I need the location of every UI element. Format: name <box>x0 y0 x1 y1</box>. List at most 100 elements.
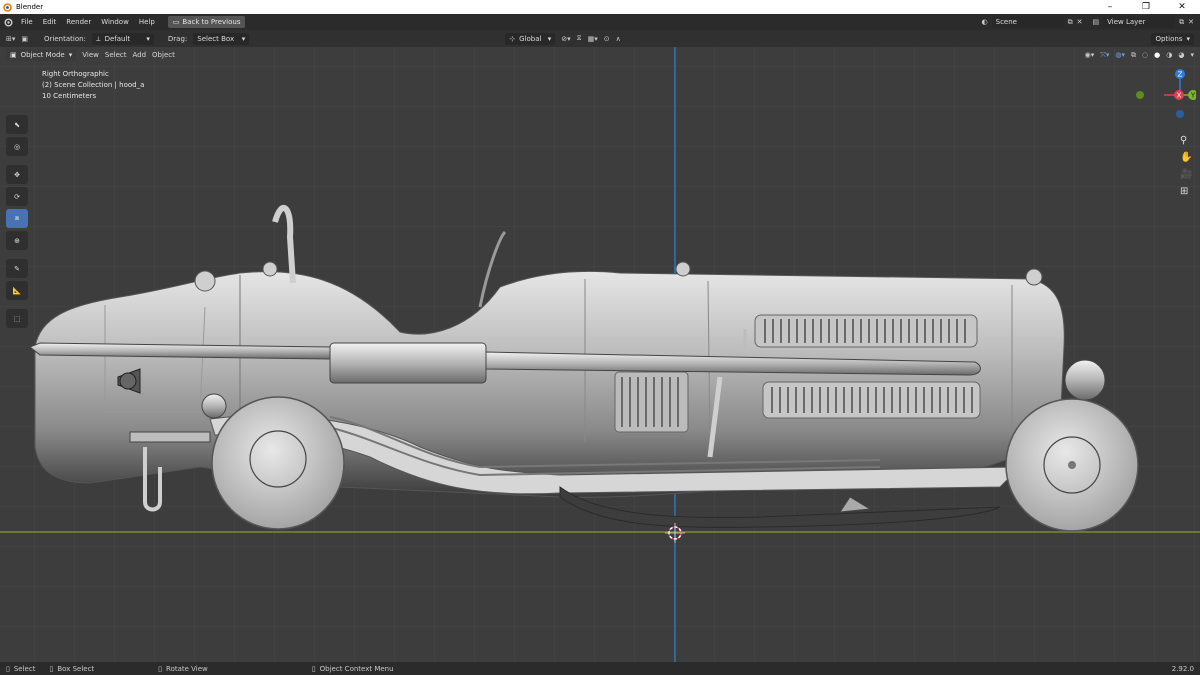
select-tool-button[interactable]: ⬉ <box>6 115 28 134</box>
wireframe-shading-icon[interactable]: ◌ <box>1142 51 1148 59</box>
move-icon: ✥ <box>14 170 20 179</box>
proportional-edit-icon[interactable]: ⊙ <box>604 35 610 43</box>
menu-file[interactable]: File <box>16 14 38 30</box>
navigation-gizmo: Z X Y ⚲ ✋ 🎥 ⊞ <box>1136 65 1196 215</box>
title-bar: Blender – ❐ ✕ <box>0 0 1200 14</box>
rendered-shading-icon[interactable]: ◕ <box>1178 51 1184 59</box>
move-tool-button[interactable]: ✥ <box>6 165 28 184</box>
orientation-dropdown[interactable]: ⟂ Default ▾ <box>91 32 154 45</box>
xray-icon[interactable]: ⧉ <box>1131 51 1136 60</box>
options-dropdown[interactable]: Options ▾ <box>1151 32 1194 45</box>
pivot-icon[interactable]: ⊘▾ <box>561 35 570 43</box>
grid-view-icon[interactable]: ⊞ <box>1180 186 1192 197</box>
gizmo-toggle-icon[interactable]: ⤧▾ <box>1100 51 1109 60</box>
falloff-icon[interactable]: ∧ <box>616 35 621 43</box>
add-cube-tool-button[interactable]: ⬚ <box>6 309 28 328</box>
mouse-left-icon: ▯ <box>6 664 10 673</box>
active-tool-icon[interactable]: ▣ <box>21 35 28 43</box>
visibility-icon[interactable]: ◉▾ <box>1085 51 1095 59</box>
transform-tool-button[interactable]: ⊕ <box>6 231 28 250</box>
orientation-value: Default <box>104 34 131 43</box>
cube-icon: ⬚ <box>13 314 21 323</box>
back-to-previous-button[interactable]: ▭ Back to Previous <box>167 16 246 28</box>
view-layer-icon[interactable]: ▤ <box>1093 18 1100 26</box>
scene-field[interactable]: Scene <box>991 16 1064 28</box>
transform-orientation-dropdown[interactable]: ⊹ Global ▾ <box>505 32 556 45</box>
editor-type-icon[interactable]: ⊞▾ <box>6 35 15 43</box>
snap-icon[interactable]: ⧖ <box>577 34 582 43</box>
toolbar: ⬉ ◎ ✥ ⟳ ⧈ ⊕ ✎ 📐 ⬚ <box>6 115 30 328</box>
collection-label: (2) Scene Collection | hood_a <box>42 81 145 89</box>
view-layer-copy-icon[interactable]: ⧉ <box>1179 18 1184 27</box>
orientation-label: Orientation: <box>44 34 86 43</box>
blender-window: Blender – ❐ ✕ File Edit Render Window He… <box>0 0 1200 675</box>
top-menu-bar: File Edit Render Window Help ▭ Back to P… <box>0 14 1200 30</box>
add-menu[interactable]: Add <box>132 51 146 59</box>
pan-hand-icon[interactable]: ✋ <box>1180 152 1192 163</box>
maximize-button[interactable]: ❐ <box>1128 0 1164 14</box>
chevron-down-icon: ▾ <box>547 34 552 43</box>
solid-shading-icon[interactable]: ● <box>1154 51 1160 59</box>
back-to-previous-label: Back to Previous <box>182 18 241 26</box>
scale-icon: ⧈ <box>14 214 20 222</box>
global-icon: ⊹ <box>509 34 516 43</box>
annotate-tool-button[interactable]: ✎ <box>6 259 28 278</box>
scene-copy-icon[interactable]: ⧉ <box>1068 18 1073 27</box>
blender-menu-icon[interactable] <box>0 17 16 27</box>
mouse-left-icon: ▯ <box>49 664 54 673</box>
view-layer-field[interactable]: View Layer <box>1103 16 1176 28</box>
menu-help[interactable]: Help <box>134 14 160 30</box>
z-axis-label: Z <box>1178 71 1183 79</box>
view-layer-close-icon[interactable]: ✕ <box>1188 18 1194 26</box>
status-rotate-view: Rotate View <box>166 664 208 673</box>
viewport-canvas <box>0 47 1200 662</box>
menu-render[interactable]: Render <box>61 14 96 30</box>
status-select: Select <box>13 664 36 673</box>
cursor-tool-button[interactable]: ◎ <box>6 137 28 156</box>
grid-scale-label: 10 Centimeters <box>42 92 97 100</box>
version-label: 2.92.0 <box>1171 664 1194 673</box>
camera-icon[interactable]: 🎥 <box>1180 169 1192 180</box>
status-box-select: Box Select <box>57 664 95 673</box>
drag-label: Drag: <box>167 34 188 43</box>
overlay-toggle-icon[interactable]: ◍▾ <box>1115 51 1125 59</box>
scene-close-icon[interactable]: ✕ <box>1077 18 1083 26</box>
material-shading-icon[interactable]: ◑ <box>1166 51 1172 59</box>
shading-options-icon[interactable]: ▾ <box>1190 51 1194 59</box>
blender-logo-icon <box>0 0 14 14</box>
view-menu[interactable]: View <box>82 51 99 59</box>
y-axis-label: Y <box>1190 92 1196 100</box>
window-title: Blender <box>16 3 44 11</box>
drag-dropdown[interactable]: Select Box ▾ <box>193 32 250 45</box>
pencil-icon: ✎ <box>14 264 20 273</box>
chevron-down-icon: ▾ <box>241 34 246 43</box>
zoom-icon[interactable]: ⚲ <box>1180 135 1192 146</box>
close-button[interactable]: ✕ <box>1164 0 1200 14</box>
transform-icon: ⊕ <box>14 236 20 245</box>
back-icon: ▭ <box>172 18 180 26</box>
rotate-icon: ⟳ <box>14 192 20 201</box>
orientation-icon: ⟂ <box>95 34 101 43</box>
viewport-header: ▣ Object Mode ▾ View Select Add Object ◉… <box>0 47 1200 63</box>
cursor-arrow-icon: ⬉ <box>14 120 20 129</box>
scene-icon[interactable]: ◐ <box>982 18 988 26</box>
options-label: Options <box>1155 34 1183 43</box>
snap-target-icon[interactable]: ▦▾ <box>588 35 598 43</box>
select-menu[interactable]: Select <box>105 51 127 59</box>
status-context-menu: Object Context Menu <box>319 664 394 673</box>
measure-tool-button[interactable]: 📐 <box>6 281 28 300</box>
minimize-button[interactable]: – <box>1092 0 1128 14</box>
view-name-label: Right Orthographic <box>42 70 109 78</box>
axis-gizmo[interactable]: Z X Y <box>1136 65 1196 135</box>
3d-viewport[interactable]: ▣ Object Mode ▾ View Select Add Object ◉… <box>0 47 1200 662</box>
menu-window[interactable]: Window <box>96 14 134 30</box>
object-menu[interactable]: Object <box>152 51 175 59</box>
interaction-mode-dropdown[interactable]: ▣ Object Mode ▾ <box>6 49 77 61</box>
transform-orientation-value: Global <box>519 34 542 43</box>
mouse-middle-icon: ▯ <box>158 664 163 673</box>
object-mode-icon: ▣ <box>10 51 17 59</box>
scale-tool-button[interactable]: ⧈ <box>6 209 28 228</box>
rotate-tool-button[interactable]: ⟳ <box>6 187 28 206</box>
menu-edit[interactable]: Edit <box>38 14 62 30</box>
drag-value: Select Box <box>197 34 235 43</box>
